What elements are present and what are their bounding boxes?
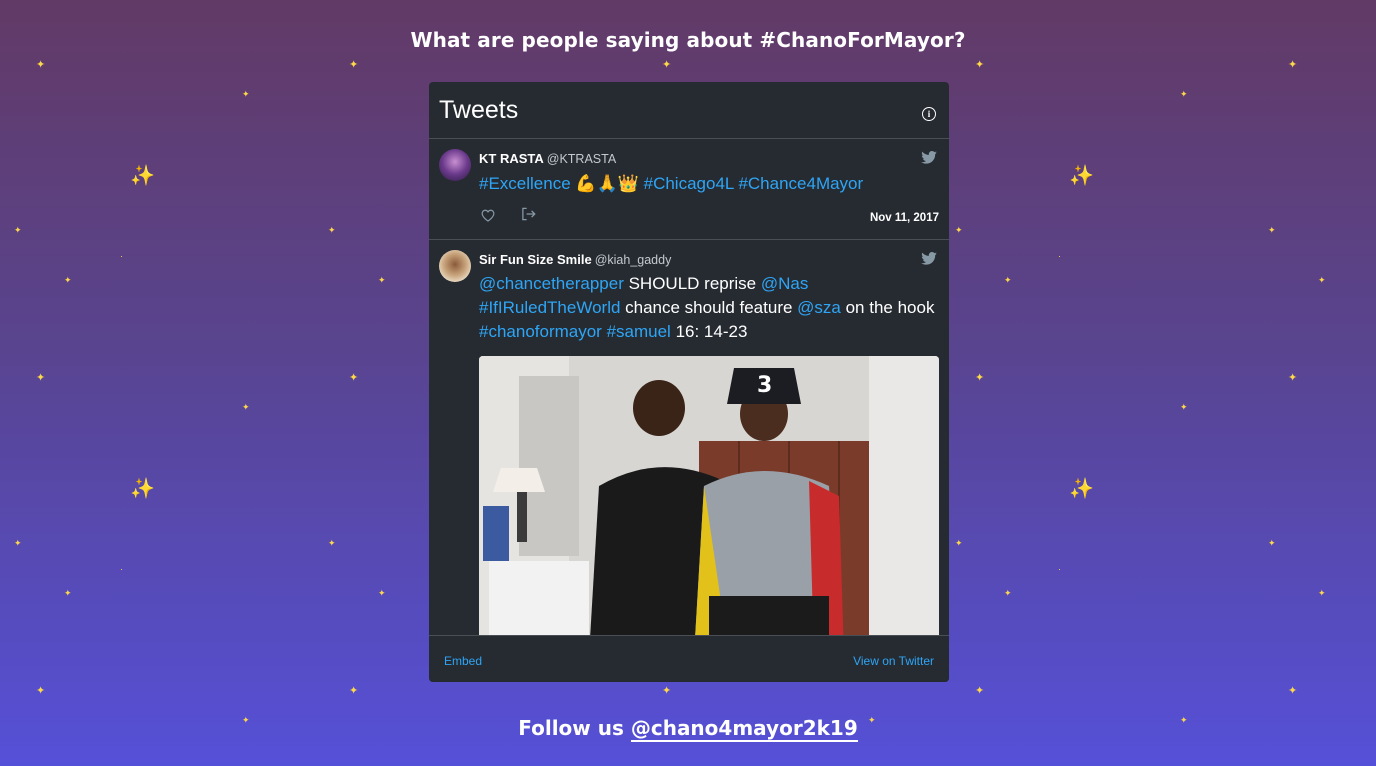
- sparkle-icon: ✦: [378, 588, 386, 598]
- sparkle-icon: ✦: [1180, 89, 1188, 99]
- author-handle: @KTRASTA: [546, 152, 617, 166]
- page-heading: What are people saying about #ChanoForMa…: [410, 28, 966, 52]
- tweet-text: #Excellence 💪🙏👑 #Chicago4L #Chance4Mayor: [479, 172, 939, 196]
- tweet-text-segment: chance should feature: [620, 298, 798, 317]
- sparkle-icon: ✦: [14, 538, 22, 548]
- twitter-handle-link[interactable]: @chano4mayor2k19: [630, 716, 858, 742]
- sparkle-icon: ✦: [975, 685, 985, 697]
- author-name: KT RASTA: [479, 151, 544, 166]
- sparkle-icon: ✨: [1069, 478, 1094, 500]
- tweet-date[interactable]: Nov 11, 2017: [870, 212, 939, 224]
- sparkle-icon: ✦: [36, 59, 46, 71]
- sparkle-icon: ✦: [1268, 538, 1276, 548]
- sparkle-icon: ✦: [1288, 372, 1298, 384]
- tweet-photo[interactable]: 3: [479, 356, 939, 636]
- sparkle-icon: ✦: [328, 225, 336, 235]
- sparkle-icon: ·: [1058, 564, 1061, 574]
- hashtag-link[interactable]: #samuel: [607, 322, 671, 341]
- sparkle-icon: ✦: [242, 402, 250, 412]
- avatar[interactable]: [439, 250, 471, 282]
- sparkle-icon: ✦: [1180, 402, 1188, 412]
- twitter-timeline-widget: Tweets i KT RASTA @KTRASTA #Excellence 💪🙏…: [429, 82, 949, 682]
- sparkle-icon: ✦: [242, 89, 250, 99]
- sparkle-icon: ✦: [1268, 225, 1276, 235]
- sparkle-icon: ✦: [14, 225, 22, 235]
- tweet-author[interactable]: Sir Fun Size Smile @kiah_gaddy: [479, 252, 671, 267]
- author-handle: @kiah_gaddy: [594, 253, 672, 267]
- sparkle-icon: ✦: [328, 538, 336, 548]
- sparkle-icon: ·: [120, 564, 123, 574]
- sparkle-icon: ✦: [662, 59, 672, 71]
- tweet[interactable]: KT RASTA @KTRASTA #Excellence 💪🙏👑 #Chicag…: [429, 139, 949, 240]
- sparkle-icon: ✦: [662, 685, 672, 697]
- sparkle-icon: ✦: [378, 275, 386, 285]
- sparkle-icon: ✦: [349, 59, 359, 71]
- widget-title: Tweets: [439, 96, 519, 124]
- share-icon[interactable]: [521, 207, 536, 221]
- sparkle-icon: ✨: [130, 165, 155, 187]
- sparkle-icon: ✦: [975, 372, 985, 384]
- sparkle-icon: ✦: [349, 685, 359, 697]
- avatar[interactable]: [439, 149, 471, 181]
- heart-icon[interactable]: [481, 209, 495, 222]
- tweet-text-segment: SHOULD reprise: [623, 274, 761, 293]
- sparkle-icon: ·: [120, 251, 123, 261]
- follow-prefix: Follow us: [518, 716, 631, 740]
- mention-link[interactable]: @sza: [797, 298, 841, 317]
- sparkle-icon: ✦: [64, 588, 72, 598]
- sparkle-icon: ✦: [1004, 275, 1012, 285]
- hashtag-link[interactable]: #chanoformayor: [479, 322, 602, 341]
- follow-us-line: Follow us @chano4mayor2k19: [0, 716, 1376, 742]
- widget-footer: Embed View on Twitter: [429, 635, 949, 682]
- tweet-text-segment: 16: 14-23: [670, 322, 748, 341]
- sparkle-icon: ✦: [36, 685, 46, 697]
- widget-header: Tweets i: [429, 82, 949, 139]
- mention-link[interactable]: @Nas: [761, 274, 809, 293]
- author-name: Sir Fun Size Smile: [479, 252, 592, 267]
- sparkle-icon: ✨: [1069, 165, 1094, 187]
- sparkle-icon: ✦: [955, 538, 963, 548]
- sparkle-icon: ✦: [1318, 275, 1326, 285]
- twitter-bird-icon[interactable]: [921, 151, 937, 164]
- twitter-bird-icon[interactable]: [921, 252, 937, 265]
- hashtag-link[interactable]: #IfIRuledTheWorld: [479, 298, 620, 317]
- tweet-author[interactable]: KT RASTA @KTRASTA: [479, 151, 616, 166]
- sparkle-icon: ·: [1058, 251, 1061, 261]
- sparkle-icon: ✦: [1288, 59, 1298, 71]
- sparkle-icon: ✦: [1004, 588, 1012, 598]
- tweet-text: @chancetherapper SHOULD reprise @Nas #IfI…: [479, 272, 939, 344]
- tweet[interactable]: Sir Fun Size Smile @kiah_gaddy @chancethe…: [429, 240, 949, 636]
- photo-illustration: 3: [479, 356, 939, 636]
- embed-link[interactable]: Embed: [444, 654, 482, 668]
- sparkle-icon: ✦: [1288, 685, 1298, 697]
- sparkle-icon: ✦: [1318, 588, 1326, 598]
- tweet-text-segment: on the hook: [840, 298, 935, 317]
- svg-text:3: 3: [757, 373, 772, 398]
- sparkle-icon: ✦: [36, 372, 46, 384]
- tweet-hashtags-text[interactable]: #Excellence 💪🙏👑 #Chicago4L #Chance4Mayor: [479, 174, 863, 193]
- info-icon[interactable]: i: [922, 107, 936, 121]
- sparkle-icon: ✦: [349, 372, 359, 384]
- view-on-twitter-link[interactable]: View on Twitter: [853, 654, 934, 668]
- mention-link[interactable]: @chancetherapper: [479, 274, 624, 293]
- sparkle-icon: ✦: [975, 59, 985, 71]
- sparkle-icon: ✦: [64, 275, 72, 285]
- sparkle-icon: ✦: [955, 225, 963, 235]
- sparkle-icon: ✨: [130, 478, 155, 500]
